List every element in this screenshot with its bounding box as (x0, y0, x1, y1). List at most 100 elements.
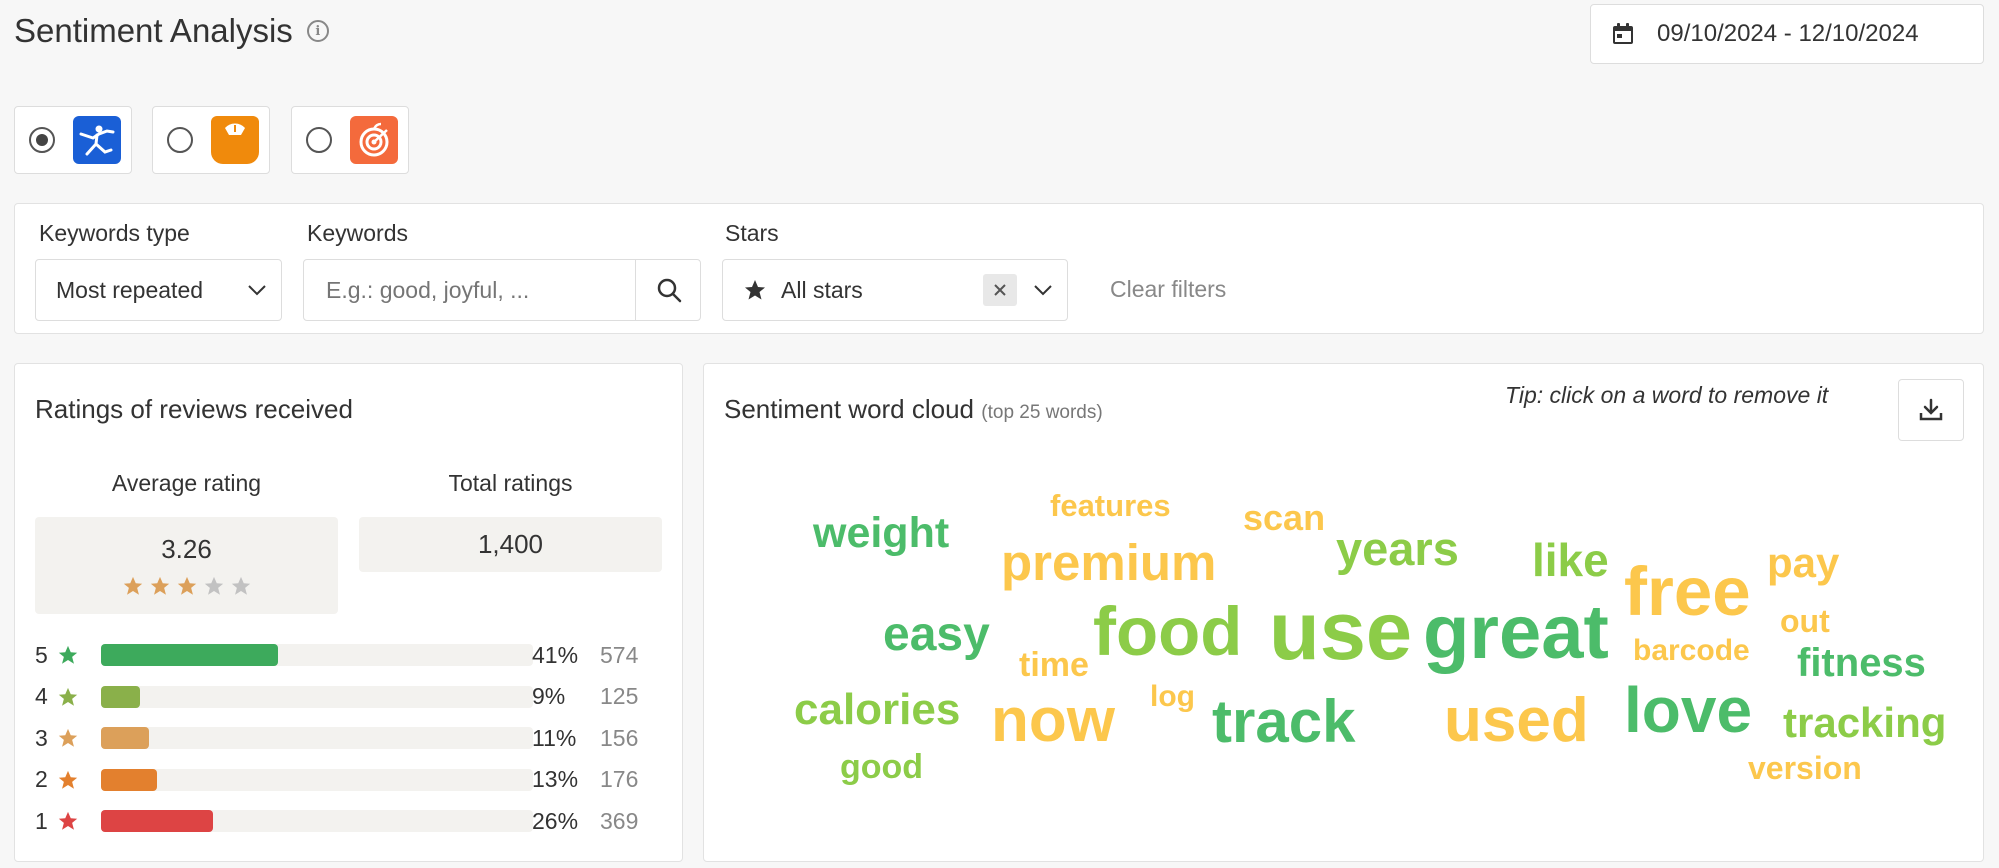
app-option-3[interactable] (291, 106, 409, 174)
rating-row-2: 2 13% 176 (35, 765, 675, 795)
word-use[interactable]: use (1269, 589, 1412, 672)
star-icon (204, 576, 223, 595)
average-rating-label: Average rating (111, 470, 262, 496)
star-icon (150, 576, 169, 595)
rating-bar-track (101, 727, 533, 749)
stretching-person-icon (73, 116, 121, 164)
date-range-picker[interactable]: 09/10/2024 - 12/10/2024 (1590, 4, 1984, 64)
rating-bar-track (101, 685, 533, 708)
word-scan[interactable]: scan (1243, 500, 1325, 536)
search-button[interactable] (635, 260, 702, 320)
total-ratings-value: 1,400 (477, 529, 544, 559)
star-icon (58, 811, 78, 830)
date-range-text: 09/10/2024 - 12/10/2024 (1657, 20, 1919, 47)
stars-value: All stars (781, 276, 863, 303)
rating-row-4: 4 9% 125 (35, 682, 675, 712)
average-rating-box: 3.26 (35, 517, 338, 614)
word-time[interactable]: time (1019, 648, 1089, 682)
wordcloud-tip: Tip: click on a word to remove it (1505, 382, 1829, 408)
rating-bar-fill (101, 768, 158, 791)
clear-stars-button[interactable] (983, 274, 1017, 306)
page-title-row: Sentiment Analysis i (14, 12, 329, 50)
star-icon (58, 770, 78, 789)
scale-icon (211, 116, 259, 164)
stars-label: Stars (725, 220, 779, 246)
ratings-title: Ratings of reviews received (35, 394, 353, 424)
word-now[interactable]: now (991, 690, 1115, 752)
app-radio-3[interactable] (306, 127, 332, 153)
stars-select[interactable]: All stars (722, 259, 1068, 321)
rating-stars-number: 5 (35, 641, 48, 668)
filters-panel: Keywords type Most repeated Keywords Sta… (14, 203, 1984, 334)
keywords-input[interactable] (324, 261, 638, 319)
average-rating-value: 3.26 (161, 534, 212, 564)
word-like[interactable]: like (1532, 537, 1609, 583)
app-radio-2[interactable] (167, 127, 193, 153)
total-ratings-label: Total ratings (448, 470, 573, 496)
word-love[interactable]: love (1624, 678, 1752, 742)
star-icon (177, 576, 196, 595)
page-title: Sentiment Analysis (14, 12, 293, 49)
keywords-type-value: Most repeated (56, 276, 204, 303)
keywords-label: Keywords (307, 220, 408, 246)
rating-count: 156 (600, 724, 639, 751)
rating-bar-fill (101, 644, 279, 666)
word-free[interactable]: free (1624, 557, 1751, 626)
rating-row-5: 5 41% 574 (35, 640, 675, 670)
word-easy[interactable]: easy (883, 611, 990, 659)
star-icon (745, 280, 765, 300)
rating-bar-track (101, 768, 533, 791)
rating-bar-track (101, 810, 533, 832)
rating-percent: 13% (532, 766, 579, 792)
rating-percent: 41% (532, 641, 579, 668)
rating-count: 369 (600, 807, 639, 834)
rating-percent: 11% (532, 724, 577, 751)
rating-row-3: 3 11% 156 (35, 723, 675, 753)
keywords-type-select[interactable]: Most repeated (35, 259, 282, 321)
search-icon (657, 278, 682, 303)
rating-percent: 26% (532, 807, 579, 834)
rating-count: 574 (600, 641, 639, 668)
word-good[interactable]: good (840, 750, 923, 784)
download-button[interactable] (1898, 379, 1964, 441)
wordcloud-subtitle: (top 25 words) (981, 402, 1103, 423)
star-icon (58, 728, 78, 747)
app-option-1[interactable] (14, 106, 132, 174)
word-log[interactable]: log (1150, 682, 1195, 712)
word-used[interactable]: used (1444, 690, 1589, 752)
download-icon (1919, 398, 1943, 421)
word-track[interactable]: track (1212, 692, 1355, 752)
word-years[interactable]: years (1336, 525, 1459, 572)
app-option-2[interactable] (152, 106, 270, 174)
calendar-icon (1613, 23, 1633, 44)
info-icon[interactable]: i (306, 20, 329, 42)
word-food[interactable]: food (1093, 597, 1242, 666)
rating-count: 176 (600, 766, 639, 792)
rating-stars-number: 1 (35, 807, 48, 834)
rating-stars-number: 4 (35, 683, 48, 709)
word-tracking[interactable]: tracking (1783, 702, 1946, 744)
average-stars (122, 575, 252, 597)
word-pay[interactable]: pay (1767, 542, 1839, 584)
clear-filters-link[interactable]: Clear filters (1110, 276, 1226, 303)
word-version[interactable]: version (1748, 752, 1862, 784)
close-icon (994, 284, 1006, 296)
word-premium[interactable]: premium (1001, 537, 1216, 588)
rating-bar-track (101, 644, 533, 666)
rating-bar-fill (101, 810, 214, 832)
app-radio-1[interactable] (29, 127, 55, 153)
keywords-type-label: Keywords type (39, 220, 190, 246)
word-calories[interactable]: calories (794, 688, 960, 732)
rating-bar-fill (101, 727, 149, 749)
chevron-down-icon (248, 285, 266, 296)
rating-stars-number: 3 (35, 724, 48, 751)
rating-count: 125 (600, 683, 639, 709)
word-weight[interactable]: weight (813, 512, 949, 555)
word-great[interactable]: great (1423, 595, 1609, 671)
word-fitness[interactable]: fitness (1797, 643, 1926, 683)
word-features[interactable]: features (1050, 490, 1171, 521)
star-icon (123, 576, 142, 595)
apple-target-icon (350, 116, 398, 164)
word-barcode[interactable]: barcode (1633, 636, 1750, 666)
word-out[interactable]: out (1780, 605, 1830, 637)
